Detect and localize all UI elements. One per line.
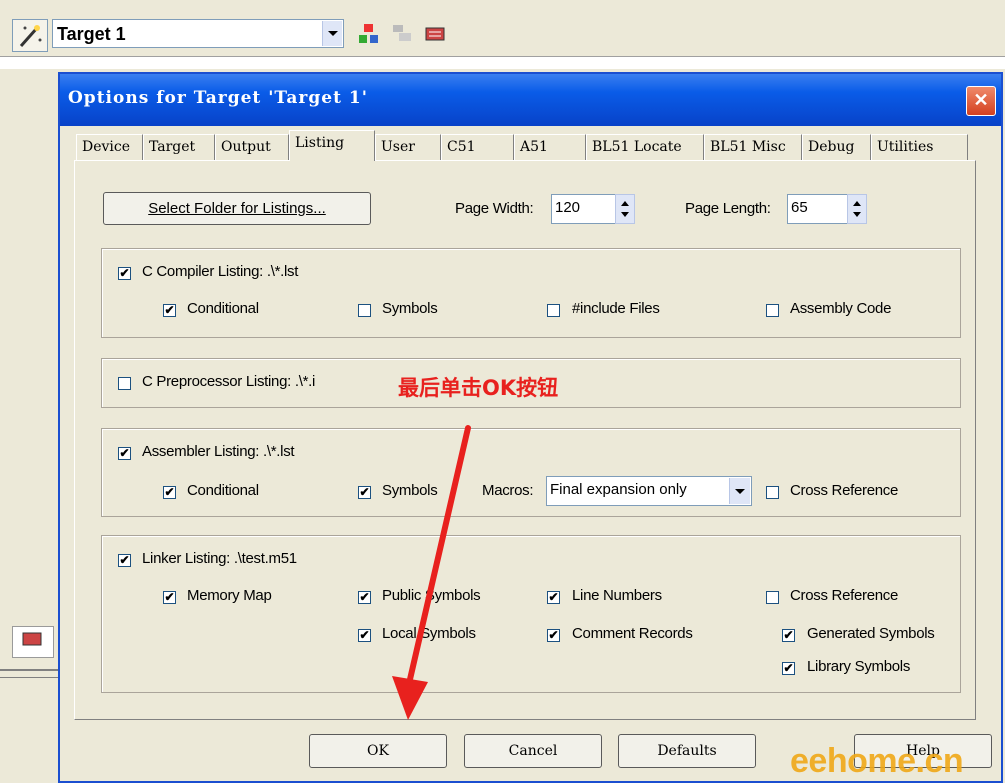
linker-group: ✔ Linker Listing: .\test.m51 ✔ Memory Ma…: [101, 535, 961, 693]
tab-bl51-misc[interactable]: BL51 Misc: [704, 134, 802, 160]
comment-records-label: Comment Records: [572, 625, 693, 642]
watermark-text: eehome.cn: [790, 742, 964, 780]
page-length-spinner[interactable]: [847, 194, 867, 224]
divider: [0, 669, 58, 671]
close-button[interactable]: ✕: [966, 86, 996, 116]
assembly-code-checkbox[interactable]: [766, 304, 779, 317]
assembler-label: Assembler Listing: .\*.lst: [142, 443, 295, 460]
macros-select-value: Final expansion only: [550, 481, 687, 498]
target-select-value: Target 1: [57, 24, 126, 44]
memory-map-label: Memory Map: [187, 587, 272, 604]
editor-tab-strip: [0, 56, 1005, 69]
c-compiler-group: ✔ C Compiler Listing: .\*.lst ✔ Conditio…: [101, 248, 961, 338]
asm-conditional-label: Conditional: [187, 482, 259, 499]
tab-bl51-locate[interactable]: BL51 Locate: [586, 134, 704, 160]
linker-cross-reference-checkbox[interactable]: [766, 591, 779, 604]
defaults-button[interactable]: Defaults: [618, 734, 756, 768]
chevron-down-icon[interactable]: [322, 21, 342, 46]
build-output-icon[interactable]: [12, 626, 54, 658]
target-options-wand-icon[interactable]: [12, 19, 48, 52]
page-width-input[interactable]: 120: [551, 194, 617, 224]
tab-listing[interactable]: Listing: [289, 130, 375, 161]
conditional-label: Conditional: [187, 300, 259, 317]
symbols-checkbox[interactable]: [358, 304, 371, 317]
generated-symbols-checkbox[interactable]: ✔: [782, 629, 795, 642]
asm-cross-reference-checkbox[interactable]: [766, 486, 779, 499]
assembler-group: ✔ Assembler Listing: .\*.lst ✔ Condition…: [101, 428, 961, 517]
public-symbols-checkbox[interactable]: ✔: [358, 591, 371, 604]
close-icon: ✕: [973, 90, 989, 110]
chevron-down-icon[interactable]: [729, 478, 750, 504]
library-symbols-label: Library Symbols: [807, 658, 911, 675]
line-numbers-label: Line Numbers: [572, 587, 662, 604]
cancel-button[interactable]: Cancel: [464, 734, 602, 768]
local-symbols-checkbox[interactable]: ✔: [358, 629, 371, 642]
include-files-label: #include Files: [572, 300, 660, 317]
c-preprocessor-checkbox[interactable]: [118, 377, 131, 390]
c-compiler-label: C Compiler Listing: .\*.lst: [142, 263, 299, 280]
tab-utilities[interactable]: Utilities: [871, 134, 968, 160]
symbols-label: Symbols: [382, 300, 438, 317]
assembler-checkbox[interactable]: ✔: [118, 447, 131, 460]
macros-select[interactable]: Final expansion only: [546, 476, 752, 506]
manage-books-icon[interactable]: [424, 23, 446, 45]
divider: [0, 677, 58, 678]
include-files-checkbox[interactable]: [547, 304, 560, 317]
comment-records-checkbox[interactable]: ✔: [547, 629, 560, 642]
select-folder-button[interactable]: Select Folder for Listings...: [103, 192, 371, 225]
conditional-checkbox[interactable]: ✔: [163, 304, 176, 317]
dialog-title: Options for Target 'Target 1': [68, 88, 368, 108]
components-icon[interactable]: [358, 23, 380, 45]
asm-cross-reference-label: Cross Reference: [790, 482, 899, 499]
tab-output[interactable]: Output: [215, 134, 289, 160]
tab-device[interactable]: Device: [76, 134, 143, 160]
annotation-text: 最后单击OK按钮: [398, 376, 559, 400]
c-compiler-checkbox[interactable]: ✔: [118, 267, 131, 280]
tab-a51[interactable]: A51: [514, 134, 586, 160]
page-length-label: Page Length:: [685, 200, 771, 217]
page-width-label: Page Width:: [455, 200, 534, 217]
memory-map-checkbox[interactable]: ✔: [163, 591, 176, 604]
page-width-spinner[interactable]: [615, 194, 635, 224]
asm-conditional-checkbox[interactable]: ✔: [163, 486, 176, 499]
tab-c51[interactable]: C51: [441, 134, 514, 160]
generated-symbols-label: Generated Symbols: [807, 625, 935, 642]
listing-panel: Select Folder for Listings... Page Width…: [74, 160, 976, 720]
linker-checkbox[interactable]: ✔: [118, 554, 131, 567]
line-numbers-checkbox[interactable]: ✔: [547, 591, 560, 604]
c-preprocessor-label: C Preprocessor Listing: .\*.i: [142, 373, 316, 390]
file-extensions-icon[interactable]: [391, 23, 413, 45]
page-length-input[interactable]: 65: [787, 194, 849, 224]
options-dialog: Options for Target 'Target 1' ✕ Device T…: [58, 72, 1003, 783]
annotation-arrow: [392, 425, 471, 720]
assembly-code-label: Assembly Code: [790, 300, 892, 317]
ide-toolbar: Target 1: [0, 0, 1005, 69]
tab-debug[interactable]: Debug: [802, 134, 871, 160]
dialog-titlebar[interactable]: Options for Target 'Target 1' ✕: [60, 74, 1001, 126]
linker-cross-reference-label: Cross Reference: [790, 587, 899, 604]
linker-label: Linker Listing: .\test.m51: [142, 550, 297, 567]
library-symbols-checkbox[interactable]: ✔: [782, 662, 795, 675]
tab-target[interactable]: Target: [143, 134, 215, 160]
ok-button[interactable]: OK: [309, 734, 447, 768]
target-select[interactable]: Target 1: [52, 19, 344, 48]
tab-user[interactable]: User: [375, 134, 441, 160]
asm-symbols-checkbox[interactable]: ✔: [358, 486, 371, 499]
